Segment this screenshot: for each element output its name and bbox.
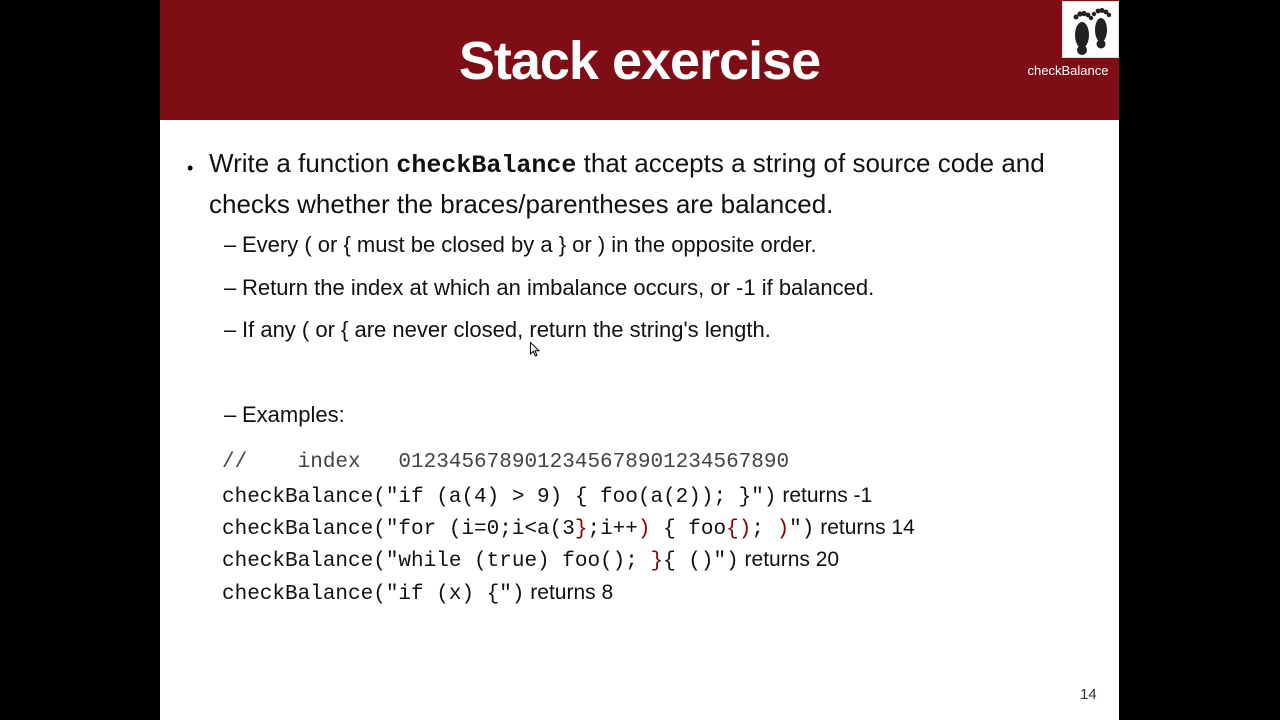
logo-caption: checkBalance: [1027, 63, 1109, 78]
highlight-char: ): [637, 518, 651, 541]
example-code: checkBalance("for (i=0;i<a(3: [222, 518, 575, 541]
example-result: returns 14: [814, 516, 915, 539]
example-code: "): [789, 518, 815, 541]
bullet-dot: •: [187, 158, 194, 178]
sub-item-text: Return the index at which an imbalance o…: [242, 275, 875, 300]
example-code: ;i++: [587, 518, 638, 541]
example-code: checkBalance("while (true) foo();: [222, 550, 651, 573]
sub-item-closing-rule: – Every ( or { must be closed by a } or )…: [224, 230, 817, 260]
mouse-pointer-icon: [530, 341, 541, 362]
main-bullet: Write a function checkBalance that accep…: [209, 144, 1089, 223]
example-1: checkBalance("if (a(4) > 9) { foo(a(2));…: [222, 480, 872, 514]
slide-title: Stack exercise: [458, 31, 821, 91]
example-result: returns 20: [738, 548, 840, 571]
highlight-char: }: [650, 550, 664, 573]
sub-item-text: If any ( or { are never closed, return t…: [242, 317, 771, 342]
slide: Stack exercise checkBalance • Write a fu…: [160, 0, 1119, 720]
highlight-char: ): [776, 518, 790, 541]
example-code: checkBalance("if (a(4) > 9) { foo(a(2));…: [222, 486, 777, 509]
example-4: checkBalance("if (x) {") returns 8: [222, 577, 613, 611]
example-result: returns 8: [524, 581, 614, 604]
sub-item-examples: – Examples:: [224, 400, 345, 430]
sub-item-text: Every ( or { must be closed by a } or ) …: [242, 232, 817, 257]
page-number: 14: [1080, 686, 1097, 703]
sub-item-return-rule: – Return the index at which an imbalance …: [224, 273, 874, 303]
footprints-icon: [1062, 1, 1119, 58]
highlight-char: }: [574, 518, 588, 541]
bullet-text-part1: Write a function: [209, 148, 397, 178]
sub-item-text: Examples:: [242, 402, 345, 427]
example-code: { foo: [650, 518, 727, 541]
example-code: checkBalance("if (x) {"): [222, 583, 525, 606]
example-2: checkBalance("for (i=0;i<a(3};i++) { foo…: [222, 512, 915, 546]
function-name: checkBalance: [396, 151, 577, 180]
example-3: checkBalance("while (true) foo(); }{ ()"…: [222, 544, 839, 578]
index-comment: // index 0123456789012345678901234567890: [222, 451, 790, 474]
title-bar: Stack exercise checkBalance: [160, 0, 1119, 120]
example-result: returns -1: [776, 484, 873, 507]
example-code: { ()"): [663, 550, 739, 573]
sub-item-unclosed-rule: – If any ( or { are never closed, return …: [224, 315, 771, 345]
example-code: ;: [751, 518, 777, 541]
highlight-char: {): [726, 518, 752, 541]
